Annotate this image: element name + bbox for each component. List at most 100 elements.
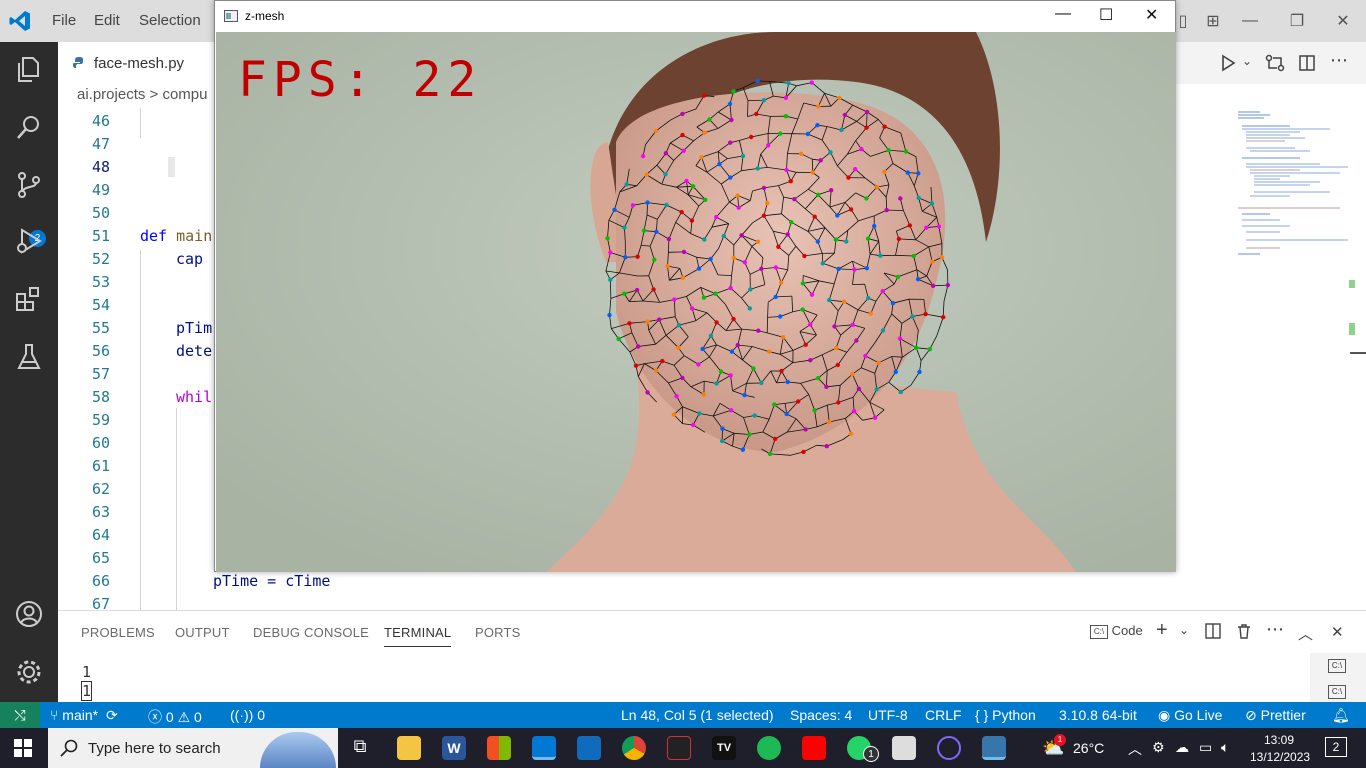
branch-label: main*	[62, 707, 99, 723]
windows-start-icon[interactable]	[14, 739, 32, 757]
terminal-dropdown-chevron-icon[interactable]: ⌄	[1179, 623, 1189, 637]
tab-terminal[interactable]: TERMINAL	[384, 625, 452, 647]
problems-status[interactable]: ⓧ 0 ⚠ 0	[148, 707, 202, 727]
go-live-status[interactable]: ◉ Go Live	[1158, 707, 1222, 724]
end-of-line[interactable]: CRLF	[925, 707, 962, 723]
tradingview-icon[interactable]: TV	[712, 736, 736, 760]
chrome-icon[interactable]	[622, 736, 646, 760]
split-terminal-icon[interactable]	[1205, 623, 1221, 639]
line-number: 59	[91, 411, 110, 429]
run-dropdown-chevron-icon[interactable]: ⌄	[1242, 54, 1252, 68]
trash-icon[interactable]	[1236, 623, 1252, 639]
notification-center-icon[interactable]: 2	[1325, 737, 1347, 757]
app-icon[interactable]	[667, 736, 691, 760]
menu-file[interactable]: File	[52, 12, 76, 29]
landmark-label	[815, 192, 821, 197]
landmark-label	[759, 380, 764, 386]
word-icon[interactable]: W	[442, 736, 466, 760]
landmark-label	[767, 349, 772, 354]
cloud-icon[interactable]: ☁	[1175, 739, 1189, 756]
landmark-label	[690, 422, 696, 428]
display-icon[interactable]: ▭	[1199, 739, 1212, 756]
vscode-taskbar-icon[interactable]	[532, 736, 556, 760]
landmark-label	[679, 209, 684, 215]
spotify-icon[interactable]	[757, 736, 781, 760]
taskbar-search-box[interactable]: Type here to search	[48, 728, 338, 768]
testing-icon[interactable]	[14, 342, 44, 372]
python-taskbar-icon[interactable]	[982, 736, 1006, 760]
task-view-icon[interactable]: ⧉	[348, 736, 372, 760]
maximize-panel-chevron-up-icon[interactable]: ︿	[1298, 623, 1313, 644]
restore-button[interactable]: ❐	[1284, 8, 1310, 34]
cv-minimize-button[interactable]: —	[1055, 5, 1071, 23]
system-tray-icon[interactable]: ⚙	[1152, 739, 1165, 756]
minimize-button[interactable]: —	[1237, 8, 1263, 34]
cursor-position[interactable]: Ln 48, Col 5 (1 selected)	[621, 707, 774, 723]
show-hidden-icons-chevron-icon[interactable]: ︿	[1128, 739, 1142, 759]
run-debug-icon[interactable]	[14, 226, 44, 256]
landmark-label	[607, 312, 612, 318]
close-button[interactable]: ✕	[1330, 8, 1356, 34]
landmark-label	[696, 362, 701, 367]
landmark-label	[645, 319, 650, 324]
landmark-label	[914, 345, 919, 350]
terminal-cursor-line[interactable]: 1	[80, 681, 93, 701]
terminal-instance-icon[interactable]: C:\	[1328, 685, 1346, 699]
new-terminal-plus-icon[interactable]: +	[1156, 619, 1168, 642]
tab-face-mesh[interactable]: face-mesh.py	[58, 42, 218, 84]
mail-icon[interactable]	[577, 736, 601, 760]
branch-status[interactable]: ⑂ main* ⟳	[50, 707, 118, 724]
opencv-window[interactable]: z-mesh — ☐ ✕ FPS: 22	[214, 0, 1176, 572]
search-icon[interactable]	[14, 112, 44, 142]
tab-problems[interactable]: PROBLEMS	[81, 625, 155, 640]
encoding[interactable]: UTF-8	[868, 707, 908, 723]
terminal-profile[interactable]: C:\ Code	[1090, 623, 1143, 639]
prettier-status[interactable]: ⊘ Prettier	[1245, 707, 1306, 724]
extensions-icon[interactable]	[14, 284, 44, 314]
video-frame: FPS: 22	[216, 32, 1176, 572]
breadcrumb[interactable]: ai.projects > compu	[77, 86, 207, 103]
clock-time[interactable]: 13:09	[1264, 733, 1294, 747]
python-interpreter[interactable]: 3.10.8 64-bit	[1059, 707, 1137, 723]
landmark-label	[605, 236, 610, 241]
compare-changes-icon[interactable]	[1265, 54, 1285, 72]
microsoft-store-icon[interactable]	[487, 736, 511, 760]
close-panel-icon[interactable]: ✕	[1331, 623, 1344, 641]
terminal-instance-icon[interactable]: C:\	[1328, 659, 1346, 673]
customize-layout-icon[interactable]: ⊞	[1200, 8, 1226, 34]
minimap[interactable]	[1230, 108, 1352, 268]
line-number: 67	[91, 595, 110, 610]
indentation[interactable]: Spaces: 4	[790, 707, 852, 723]
cv-close-button[interactable]: ✕	[1145, 5, 1158, 25]
app-icon[interactable]	[937, 736, 961, 760]
more-actions-icon[interactable]: ⋯	[1330, 50, 1348, 71]
tab-output[interactable]: OUTPUT	[175, 625, 230, 640]
code-token: pTime = cTime	[213, 572, 331, 590]
notifications-bell-icon[interactable]: 🔔︎	[1332, 707, 1350, 724]
app-icon[interactable]	[892, 736, 916, 760]
vscode-logo-icon[interactable]	[8, 9, 32, 33]
landmark-label	[635, 254, 640, 259]
tab-debug-console[interactable]: DEBUG CONSOLE	[253, 625, 369, 640]
volume-icon[interactable]: 🔈︎	[1221, 739, 1229, 756]
file-explorer-icon[interactable]	[397, 736, 421, 760]
temperature[interactable]: 26°C	[1073, 740, 1104, 756]
menu-selection[interactable]: Selection	[139, 12, 201, 29]
landmark-label	[927, 347, 932, 352]
youtube-icon[interactable]	[802, 736, 826, 760]
run-file-icon[interactable]	[1219, 54, 1237, 72]
settings-gear-icon[interactable]	[14, 657, 44, 687]
split-editor-icon[interactable]	[1298, 54, 1316, 72]
clock-date[interactable]: 13/12/2023	[1250, 750, 1310, 764]
menu-edit[interactable]: Edit	[94, 12, 120, 29]
accounts-icon[interactable]	[14, 599, 44, 629]
remote-indicator-icon[interactable]: ⤭	[0, 702, 40, 728]
code-token: cap	[176, 250, 204, 268]
language-mode[interactable]: { } Python	[975, 707, 1036, 723]
cv-maximize-button[interactable]: ☐	[1099, 5, 1113, 25]
ports-status[interactable]: ((·)) 0	[230, 707, 265, 723]
source-control-icon[interactable]	[14, 170, 44, 200]
explorer-icon[interactable]	[14, 54, 44, 84]
more-actions-icon[interactable]: ⋯	[1266, 619, 1284, 640]
tab-ports[interactable]: PORTS	[475, 625, 521, 640]
